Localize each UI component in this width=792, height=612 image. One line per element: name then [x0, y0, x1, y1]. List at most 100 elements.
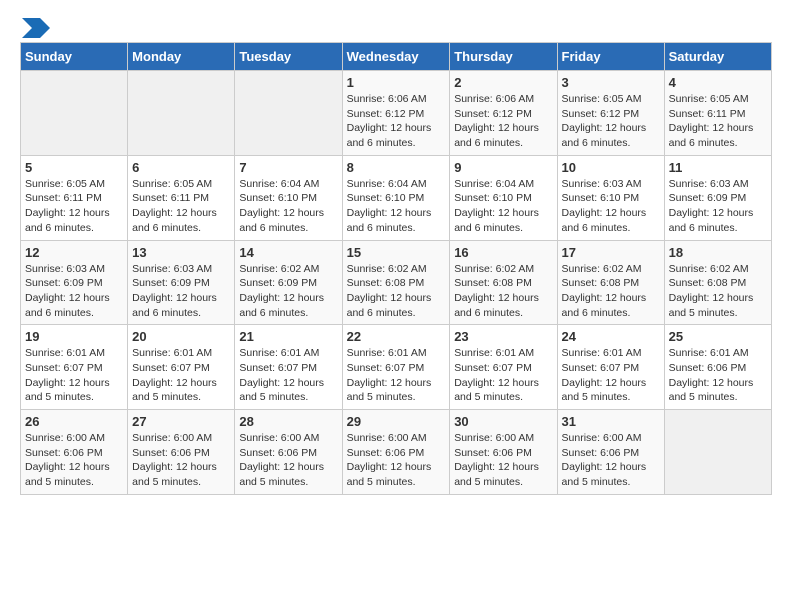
- calendar-cell: 15 Sunrise: 6:02 AMSunset: 6:08 PMDaylig…: [342, 240, 450, 325]
- day-info: Sunrise: 6:05 AMSunset: 6:12 PMDaylight:…: [562, 93, 647, 149]
- day-number: 27: [132, 414, 230, 429]
- page-header: [20, 20, 772, 32]
- calendar-cell: 10 Sunrise: 6:03 AMSunset: 6:10 PMDaylig…: [557, 155, 664, 240]
- day-number: 28: [239, 414, 337, 429]
- day-info: Sunrise: 6:03 AMSunset: 6:09 PMDaylight:…: [669, 178, 754, 234]
- day-number: 25: [669, 329, 767, 344]
- day-info: Sunrise: 6:03 AMSunset: 6:09 PMDaylight:…: [25, 263, 110, 319]
- day-info: Sunrise: 6:01 AMSunset: 6:07 PMDaylight:…: [25, 347, 110, 403]
- calendar-cell: 31 Sunrise: 6:00 AMSunset: 6:06 PMDaylig…: [557, 410, 664, 495]
- calendar-week-row: 26 Sunrise: 6:00 AMSunset: 6:06 PMDaylig…: [21, 410, 772, 495]
- day-info: Sunrise: 6:04 AMSunset: 6:10 PMDaylight:…: [454, 178, 539, 234]
- day-info: Sunrise: 6:00 AMSunset: 6:06 PMDaylight:…: [562, 432, 647, 488]
- calendar-cell: 30 Sunrise: 6:00 AMSunset: 6:06 PMDaylig…: [450, 410, 557, 495]
- calendar-cell: 16 Sunrise: 6:02 AMSunset: 6:08 PMDaylig…: [450, 240, 557, 325]
- calendar-cell: [235, 71, 342, 156]
- calendar-cell: 29 Sunrise: 6:00 AMSunset: 6:06 PMDaylig…: [342, 410, 450, 495]
- calendar-cell: 11 Sunrise: 6:03 AMSunset: 6:09 PMDaylig…: [664, 155, 771, 240]
- calendar-cell: 3 Sunrise: 6:05 AMSunset: 6:12 PMDayligh…: [557, 71, 664, 156]
- day-info: Sunrise: 6:01 AMSunset: 6:07 PMDaylight:…: [239, 347, 324, 403]
- day-header-saturday: Saturday: [664, 43, 771, 71]
- calendar-header-row: SundayMondayTuesdayWednesdayThursdayFrid…: [21, 43, 772, 71]
- calendar-cell: 7 Sunrise: 6:04 AMSunset: 6:10 PMDayligh…: [235, 155, 342, 240]
- calendar-cell: [664, 410, 771, 495]
- calendar-cell: 1 Sunrise: 6:06 AMSunset: 6:12 PMDayligh…: [342, 71, 450, 156]
- day-info: Sunrise: 6:00 AMSunset: 6:06 PMDaylight:…: [25, 432, 110, 488]
- day-number: 26: [25, 414, 123, 429]
- day-number: 16: [454, 245, 552, 260]
- calendar-cell: 18 Sunrise: 6:02 AMSunset: 6:08 PMDaylig…: [664, 240, 771, 325]
- calendar-cell: [21, 71, 128, 156]
- calendar-cell: 20 Sunrise: 6:01 AMSunset: 6:07 PMDaylig…: [128, 325, 235, 410]
- calendar-cell: 8 Sunrise: 6:04 AMSunset: 6:10 PMDayligh…: [342, 155, 450, 240]
- day-number: 4: [669, 75, 767, 90]
- calendar-cell: 28 Sunrise: 6:00 AMSunset: 6:06 PMDaylig…: [235, 410, 342, 495]
- calendar-cell: 21 Sunrise: 6:01 AMSunset: 6:07 PMDaylig…: [235, 325, 342, 410]
- day-number: 17: [562, 245, 660, 260]
- day-number: 11: [669, 160, 767, 175]
- day-header-wednesday: Wednesday: [342, 43, 450, 71]
- day-info: Sunrise: 6:03 AMSunset: 6:10 PMDaylight:…: [562, 178, 647, 234]
- day-number: 14: [239, 245, 337, 260]
- day-info: Sunrise: 6:06 AMSunset: 6:12 PMDaylight:…: [454, 93, 539, 149]
- day-info: Sunrise: 6:01 AMSunset: 6:06 PMDaylight:…: [669, 347, 754, 403]
- day-info: Sunrise: 6:03 AMSunset: 6:09 PMDaylight:…: [132, 263, 217, 319]
- calendar-cell: 2 Sunrise: 6:06 AMSunset: 6:12 PMDayligh…: [450, 71, 557, 156]
- day-info: Sunrise: 6:01 AMSunset: 6:07 PMDaylight:…: [347, 347, 432, 403]
- calendar-cell: 19 Sunrise: 6:01 AMSunset: 6:07 PMDaylig…: [21, 325, 128, 410]
- day-number: 18: [669, 245, 767, 260]
- day-info: Sunrise: 6:04 AMSunset: 6:10 PMDaylight:…: [347, 178, 432, 234]
- calendar-week-row: 19 Sunrise: 6:01 AMSunset: 6:07 PMDaylig…: [21, 325, 772, 410]
- calendar-cell: 4 Sunrise: 6:05 AMSunset: 6:11 PMDayligh…: [664, 71, 771, 156]
- day-number: 30: [454, 414, 552, 429]
- day-info: Sunrise: 6:01 AMSunset: 6:07 PMDaylight:…: [562, 347, 647, 403]
- day-info: Sunrise: 6:06 AMSunset: 6:12 PMDaylight:…: [347, 93, 432, 149]
- day-number: 1: [347, 75, 446, 90]
- day-info: Sunrise: 6:02 AMSunset: 6:08 PMDaylight:…: [669, 263, 754, 319]
- day-info: Sunrise: 6:01 AMSunset: 6:07 PMDaylight:…: [132, 347, 217, 403]
- calendar-cell: 23 Sunrise: 6:01 AMSunset: 6:07 PMDaylig…: [450, 325, 557, 410]
- day-info: Sunrise: 6:00 AMSunset: 6:06 PMDaylight:…: [347, 432, 432, 488]
- day-header-sunday: Sunday: [21, 43, 128, 71]
- calendar-cell: [128, 71, 235, 156]
- calendar-cell: 6 Sunrise: 6:05 AMSunset: 6:11 PMDayligh…: [128, 155, 235, 240]
- day-number: 9: [454, 160, 552, 175]
- day-header-thursday: Thursday: [450, 43, 557, 71]
- day-number: 5: [25, 160, 123, 175]
- day-number: 20: [132, 329, 230, 344]
- day-number: 15: [347, 245, 446, 260]
- calendar-week-row: 1 Sunrise: 6:06 AMSunset: 6:12 PMDayligh…: [21, 71, 772, 156]
- day-info: Sunrise: 6:05 AMSunset: 6:11 PMDaylight:…: [669, 93, 754, 149]
- calendar-cell: 13 Sunrise: 6:03 AMSunset: 6:09 PMDaylig…: [128, 240, 235, 325]
- calendar-week-row: 12 Sunrise: 6:03 AMSunset: 6:09 PMDaylig…: [21, 240, 772, 325]
- day-info: Sunrise: 6:02 AMSunset: 6:08 PMDaylight:…: [454, 263, 539, 319]
- day-number: 31: [562, 414, 660, 429]
- day-header-monday: Monday: [128, 43, 235, 71]
- day-info: Sunrise: 6:02 AMSunset: 6:09 PMDaylight:…: [239, 263, 324, 319]
- calendar-week-row: 5 Sunrise: 6:05 AMSunset: 6:11 PMDayligh…: [21, 155, 772, 240]
- calendar-table: SundayMondayTuesdayWednesdayThursdayFrid…: [20, 42, 772, 495]
- day-number: 24: [562, 329, 660, 344]
- day-number: 10: [562, 160, 660, 175]
- calendar-cell: 12 Sunrise: 6:03 AMSunset: 6:09 PMDaylig…: [21, 240, 128, 325]
- day-info: Sunrise: 6:04 AMSunset: 6:10 PMDaylight:…: [239, 178, 324, 234]
- day-number: 29: [347, 414, 446, 429]
- calendar-cell: 9 Sunrise: 6:04 AMSunset: 6:10 PMDayligh…: [450, 155, 557, 240]
- calendar-cell: 17 Sunrise: 6:02 AMSunset: 6:08 PMDaylig…: [557, 240, 664, 325]
- day-info: Sunrise: 6:00 AMSunset: 6:06 PMDaylight:…: [454, 432, 539, 488]
- calendar-cell: 14 Sunrise: 6:02 AMSunset: 6:09 PMDaylig…: [235, 240, 342, 325]
- day-info: Sunrise: 6:00 AMSunset: 6:06 PMDaylight:…: [132, 432, 217, 488]
- day-number: 22: [347, 329, 446, 344]
- day-number: 12: [25, 245, 123, 260]
- day-number: 2: [454, 75, 552, 90]
- day-info: Sunrise: 6:05 AMSunset: 6:11 PMDaylight:…: [132, 178, 217, 234]
- calendar-cell: 5 Sunrise: 6:05 AMSunset: 6:11 PMDayligh…: [21, 155, 128, 240]
- day-info: Sunrise: 6:01 AMSunset: 6:07 PMDaylight:…: [454, 347, 539, 403]
- calendar-cell: 25 Sunrise: 6:01 AMSunset: 6:06 PMDaylig…: [664, 325, 771, 410]
- calendar-cell: 26 Sunrise: 6:00 AMSunset: 6:06 PMDaylig…: [21, 410, 128, 495]
- day-number: 7: [239, 160, 337, 175]
- day-header-friday: Friday: [557, 43, 664, 71]
- calendar-cell: 24 Sunrise: 6:01 AMSunset: 6:07 PMDaylig…: [557, 325, 664, 410]
- day-number: 19: [25, 329, 123, 344]
- day-info: Sunrise: 6:00 AMSunset: 6:06 PMDaylight:…: [239, 432, 324, 488]
